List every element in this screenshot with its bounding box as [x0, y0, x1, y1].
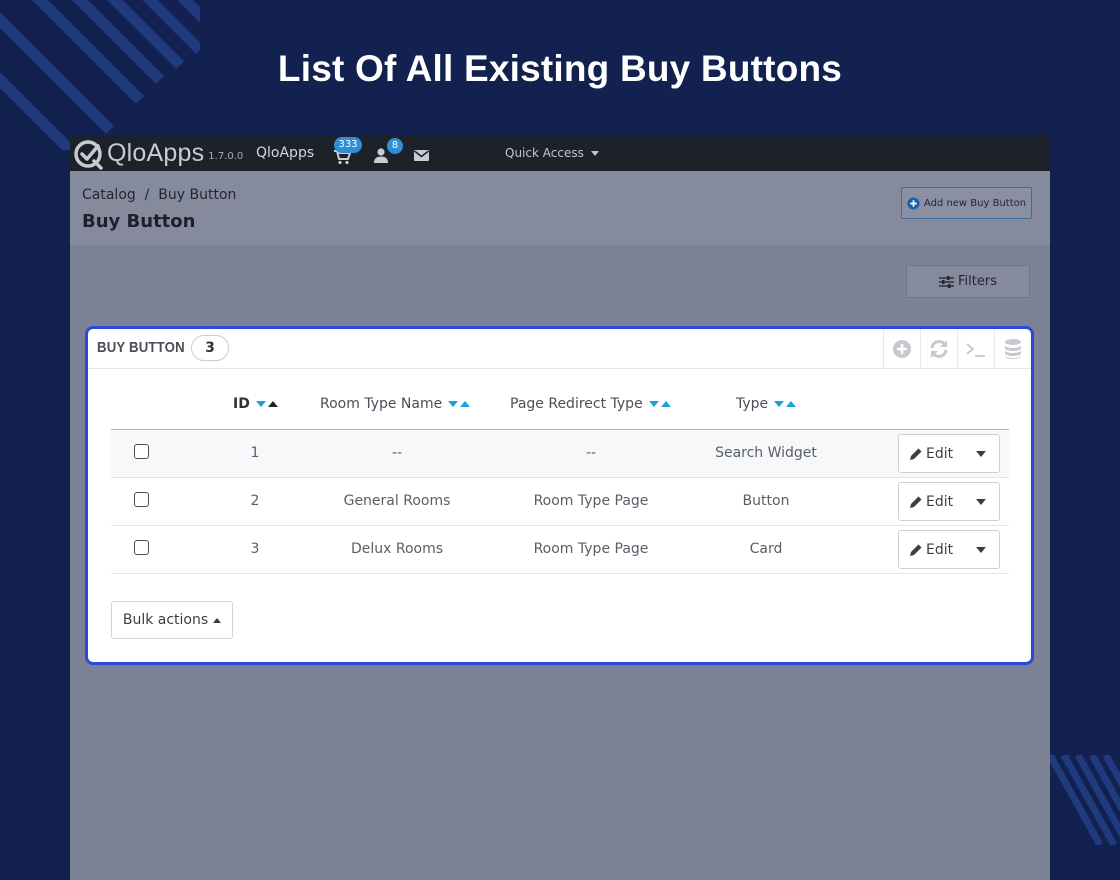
cell-type: Search Widget — [715, 445, 817, 461]
quick-access-label: Quick Access — [505, 146, 584, 160]
cell-id: 2 — [250, 493, 260, 509]
cell-page-redirect-type: -- — [585, 445, 597, 461]
column-header-room-type-name: Room Type Name — [320, 396, 471, 412]
pencil-icon — [910, 544, 922, 556]
database-icon — [1005, 339, 1021, 359]
edit-label: Edit — [926, 541, 954, 558]
admin-app-window: QloApps 1.7.0.0 QloApps 333 8 Quick Acce… — [70, 136, 1050, 880]
page-title: Buy Button — [82, 211, 196, 232]
breadcrumb[interactable]: Catalog / Buy Button — [82, 187, 236, 203]
bulk-actions-button[interactable]: Bulk actions — [111, 601, 233, 639]
add-icon — [893, 340, 911, 358]
sort-asc-icon[interactable] — [267, 401, 278, 407]
quick-access-dropdown[interactable]: Quick Access — [505, 146, 599, 160]
cell-room-type-name: General Rooms — [343, 493, 451, 509]
sort-desc-icon[interactable] — [448, 401, 459, 407]
column-label: Page Redirect Type — [510, 396, 643, 412]
bulk-actions-label: Bulk actions — [122, 612, 209, 628]
sliders-icon — [939, 275, 955, 288]
edit-action[interactable]: Edit — [899, 542, 969, 558]
edit-action[interactable]: Edit — [899, 446, 969, 462]
envelope-icon[interactable] — [413, 148, 431, 164]
brand-name: QloApps — [107, 139, 205, 167]
cell-room-type-name: -- — [391, 445, 403, 461]
chevron-down-icon — [590, 151, 599, 156]
add-new-tool-button[interactable] — [883, 329, 920, 369]
page-header: Catalog / Buy Button Buy Button Add new … — [70, 171, 1050, 245]
sort-desc-icon[interactable] — [255, 401, 266, 407]
record-count-badge: 3 — [191, 335, 229, 361]
shop-name-link[interactable]: QloApps — [256, 145, 314, 161]
pencil-icon — [910, 496, 922, 508]
edit-label: Edit — [926, 445, 954, 462]
filters-button[interactable]: Filters — [906, 265, 1030, 298]
brand-logo[interactable]: QloApps 1.7.0.0 — [72, 136, 243, 171]
caret-down-icon[interactable] — [976, 498, 986, 505]
column-label: ID — [233, 396, 250, 412]
sort-desc-icon[interactable] — [774, 401, 785, 407]
column-header-page-redirect-type: Page Redirect Type — [510, 396, 671, 412]
buy-button-table: ID Room Type Name Page Redirect Type Typ… — [111, 381, 1009, 574]
terminal-icon — [966, 343, 985, 357]
table-row[interactable]: 3 Delux Rooms Room Type Page Card Edit — [111, 526, 1009, 574]
sort-asc-icon[interactable] — [660, 401, 671, 407]
buy-button-panel: BUY BUTTON 3 ID Room Type Name Page Redi… — [85, 326, 1034, 665]
customer-badge: 8 — [387, 138, 403, 154]
panel-title: BUY BUTTON — [97, 339, 185, 356]
plus-circle-icon — [907, 196, 920, 210]
cell-id: 1 — [250, 445, 260, 461]
row-checkbox[interactable] — [134, 444, 149, 459]
caret-down-icon[interactable] — [976, 450, 986, 457]
version-label: 1.7.0.0 — [208, 151, 244, 162]
refresh-tool-button[interactable] — [920, 329, 957, 369]
sort-desc-icon[interactable] — [648, 401, 659, 407]
cell-page-redirect-type: Room Type Page — [533, 541, 649, 557]
edit-button[interactable]: Edit — [898, 434, 1000, 473]
column-label: Type — [736, 396, 769, 412]
table-row[interactable]: 1 -- -- Search Widget Edit — [111, 430, 1009, 478]
sql-query-tool-button[interactable] — [957, 329, 994, 369]
edit-button[interactable]: Edit — [898, 482, 1000, 521]
add-button-label: Add new Buy Button — [923, 197, 1027, 209]
column-header-id: ID — [233, 396, 278, 412]
cell-type: Card — [749, 541, 783, 557]
table-row[interactable]: 2 General Rooms Room Type Page Button Ed… — [111, 478, 1009, 526]
cart-badge: 333 — [334, 137, 362, 153]
cell-id: 3 — [250, 541, 260, 557]
column-label: Room Type Name — [320, 396, 443, 412]
refresh-icon — [930, 340, 948, 358]
filters-label: Filters — [958, 274, 997, 289]
row-checkbox[interactable] — [134, 492, 149, 507]
column-header-type: Type — [736, 396, 797, 412]
edit-action[interactable]: Edit — [899, 494, 969, 510]
add-new-buy-button[interactable]: Add new Buy Button — [901, 187, 1032, 219]
edit-label: Edit — [926, 493, 954, 510]
cell-page-redirect-type: Room Type Page — [533, 493, 649, 509]
caret-up-icon — [213, 617, 222, 623]
edit-button[interactable]: Edit — [898, 530, 1000, 569]
pencil-icon — [910, 448, 922, 460]
sort-asc-icon[interactable] — [786, 401, 797, 407]
panel-heading: BUY BUTTON 3 — [88, 329, 1031, 369]
table-header: ID Room Type Name Page Redirect Type Typ… — [111, 381, 1009, 430]
row-checkbox[interactable] — [134, 540, 149, 555]
cell-type: Button — [742, 493, 790, 509]
qloapps-logo-icon — [74, 139, 103, 170]
sort-asc-icon[interactable] — [460, 401, 471, 407]
admin-topbar: QloApps 1.7.0.0 QloApps 333 8 Quick Acce… — [70, 136, 1050, 171]
page-headline: List Of All Existing Buy Buttons — [277, 48, 843, 89]
cell-room-type-name: Delux Rooms — [350, 541, 444, 557]
export-tool-button[interactable] — [994, 329, 1031, 369]
caret-down-icon[interactable] — [976, 546, 986, 553]
decorative-stripes-right — [1050, 755, 1120, 845]
